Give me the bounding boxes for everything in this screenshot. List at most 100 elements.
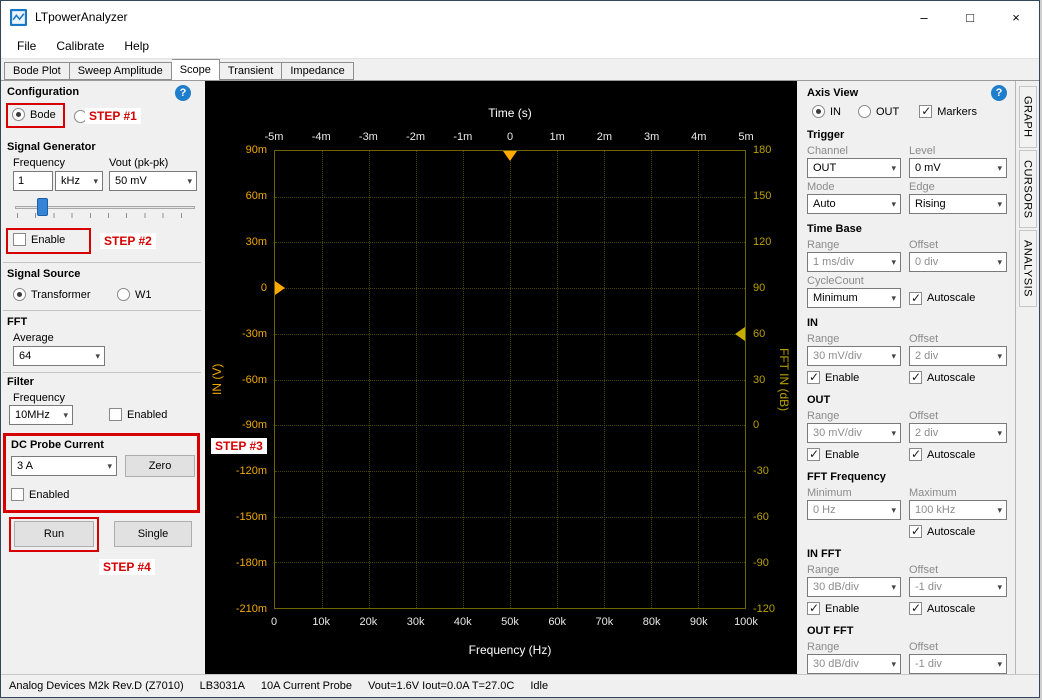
menu-calibrate[interactable]: Calibrate xyxy=(46,35,114,57)
frequency-unit-select[interactable]: kHz xyxy=(55,171,103,191)
title-bar: LTpowerAnalyzer – □ × xyxy=(1,1,1039,33)
tab-scope[interactable]: Scope xyxy=(172,59,220,80)
time-base-range-label: Range xyxy=(807,239,901,252)
in-fft-range-select[interactable]: 30 dB/div xyxy=(807,577,901,597)
transformer-radio[interactable]: Transformer xyxy=(13,288,91,301)
fft-axis-tick: -30 xyxy=(753,465,793,477)
in-fft-enable-checkbox[interactable]: Enable xyxy=(807,601,901,616)
scope-canvas[interactable] xyxy=(274,150,746,609)
in-autoscale-checkbox[interactable]: Autoscale xyxy=(909,370,975,385)
minimize-button[interactable]: – xyxy=(901,1,947,33)
fft-average-select[interactable]: 64 xyxy=(13,346,105,366)
trigger-level-label: Level xyxy=(909,145,1007,158)
amplitude-slider[interactable] xyxy=(13,197,197,219)
menu-help[interactable]: Help xyxy=(114,35,159,57)
vout-label: Vout (pk-pk) xyxy=(109,157,168,169)
filter-frequency-label: Frequency xyxy=(13,392,65,404)
out-fft-title: OUT FFT xyxy=(807,625,853,637)
in-offset-select[interactable]: 2 div xyxy=(909,346,1007,366)
fft-minimum-select[interactable]: 0 Hz xyxy=(807,500,901,520)
in-range-select[interactable]: 30 mV/div xyxy=(807,346,901,366)
out-range-select[interactable]: 30 mV/div xyxy=(807,423,901,443)
time-base-offset-label: Offset xyxy=(909,239,1007,252)
cyclecount-select[interactable]: Minimum xyxy=(807,288,901,308)
out-autoscale-checkbox[interactable]: Autoscale xyxy=(909,447,975,462)
tab-transient[interactable]: Transient xyxy=(220,62,282,80)
close-button[interactable]: × xyxy=(993,1,1039,33)
fft-axis-tick: -90 xyxy=(753,557,793,569)
in-enable-checkbox[interactable]: Enable xyxy=(807,370,901,385)
filter-enabled-label: Enabled xyxy=(127,409,167,421)
time-base-autoscale-label: Autoscale xyxy=(927,292,975,304)
side-tab-graph[interactable]: GRAPH xyxy=(1019,86,1037,148)
markers-checkbox[interactable]: Markers xyxy=(919,105,977,118)
slider-thumb[interactable] xyxy=(37,198,48,216)
dc-probe-enabled-checkbox[interactable]: Enabled xyxy=(11,488,69,501)
trigger-level-value: 0 mV xyxy=(915,162,941,174)
single-button[interactable]: Single xyxy=(114,521,192,547)
time-base-offset-select[interactable]: 0 div xyxy=(909,252,1007,272)
out-enable-checkbox[interactable]: Enable xyxy=(807,447,901,462)
in-axis-tick: 90m xyxy=(227,144,267,156)
in-fft-offset-select[interactable]: -1 div xyxy=(909,577,1007,597)
in-fft-autoscale-checkbox[interactable]: Autoscale xyxy=(909,601,975,616)
trigger-channel-select[interactable]: OUT xyxy=(807,158,901,178)
zero-button[interactable]: Zero xyxy=(125,455,195,477)
out-fft-offset-select[interactable]: -1 div xyxy=(909,654,1007,674)
tab-bode-plot[interactable]: Bode Plot xyxy=(4,62,70,80)
vout-select[interactable]: 50 mV xyxy=(109,171,197,191)
fft-axis-tick: 180 xyxy=(753,144,793,156)
radio-indicator xyxy=(13,288,26,301)
time-axis-tick: 4m xyxy=(679,131,719,143)
dc-probe-current-select[interactable]: 3 A xyxy=(11,456,117,476)
frequency-axis-title: Frequency (Hz) xyxy=(274,643,746,657)
side-tab-analysis[interactable]: ANALYSIS xyxy=(1019,230,1037,307)
maximize-button[interactable]: □ xyxy=(947,1,993,33)
in-axis-tick: -60m xyxy=(227,374,267,386)
fft-maximum-select[interactable]: 100 kHz xyxy=(909,500,1007,520)
time-base-range-select[interactable]: 1 ms/div xyxy=(807,252,901,272)
axis-view-section: Axis View IN OUT Markers xyxy=(807,85,1007,120)
axis-view-title: Axis View xyxy=(807,87,858,99)
w1-radio[interactable]: W1 xyxy=(117,288,152,301)
frequency-input[interactable] xyxy=(13,171,53,191)
in-title: IN xyxy=(807,317,818,329)
time-base-autoscale-checkbox[interactable]: Autoscale xyxy=(909,288,975,308)
fft-frequency-autoscale-checkbox[interactable]: Autoscale xyxy=(909,524,975,539)
in-offset-label: Offset xyxy=(909,333,1007,346)
axis-view-help-icon[interactable] xyxy=(991,85,1007,101)
fft-minimum-value: 0 Hz xyxy=(813,504,836,516)
time-axis-tick: -3m xyxy=(348,131,388,143)
filter-enabled-checkbox[interactable]: Enabled xyxy=(109,408,167,421)
status-state: Idle xyxy=(530,680,548,692)
axis-view-out-radio[interactable]: OUT xyxy=(858,105,899,118)
frequency-axis-tick: 10k xyxy=(301,616,341,628)
window-title: LTpowerAnalyzer xyxy=(35,10,127,24)
trigger-level-input[interactable]: 0 mV xyxy=(909,158,1007,178)
filter-frequency-select[interactable]: 10MHz xyxy=(9,405,73,425)
run-button[interactable]: Run xyxy=(14,521,94,547)
bode-radio[interactable]: Bode xyxy=(12,108,56,121)
trigger-mode-select[interactable]: Auto xyxy=(807,194,901,214)
side-tab-cursors[interactable]: CURSORS xyxy=(1019,150,1037,229)
signal-generator-enable-checkbox[interactable]: Enable xyxy=(13,233,65,246)
tab-sweep-amplitude[interactable]: Sweep Amplitude xyxy=(70,62,172,80)
menu-file[interactable]: File xyxy=(7,35,46,57)
in-axis-title: IN (V) xyxy=(210,150,226,609)
trigger-edge-select[interactable]: Rising xyxy=(909,194,1007,214)
signal-generator-title: Signal Generator xyxy=(7,141,96,153)
frequency-label: Frequency xyxy=(13,157,65,169)
out-fft-range-select[interactable]: 30 dB/div xyxy=(807,654,901,674)
time-axis-tick: 0 xyxy=(490,131,530,143)
in-range-value: 30 mV/div xyxy=(813,350,862,362)
in-axis-tick: -30m xyxy=(227,328,267,340)
configuration-help-icon[interactable] xyxy=(175,85,191,101)
axis-view-in-radio[interactable]: IN xyxy=(812,105,841,118)
fft-maximum-label: Maximum xyxy=(909,487,1007,500)
in-axis-tick: 30m xyxy=(227,236,267,248)
time-base-section: Time Base Range Offset 1 ms/div 0 div Cy… xyxy=(807,221,1007,308)
status-board: LB3031A xyxy=(200,680,245,692)
out-offset-select[interactable]: 2 div xyxy=(909,423,1007,443)
time-axis-tick: 1m xyxy=(537,131,577,143)
tab-impedance[interactable]: Impedance xyxy=(282,62,353,80)
